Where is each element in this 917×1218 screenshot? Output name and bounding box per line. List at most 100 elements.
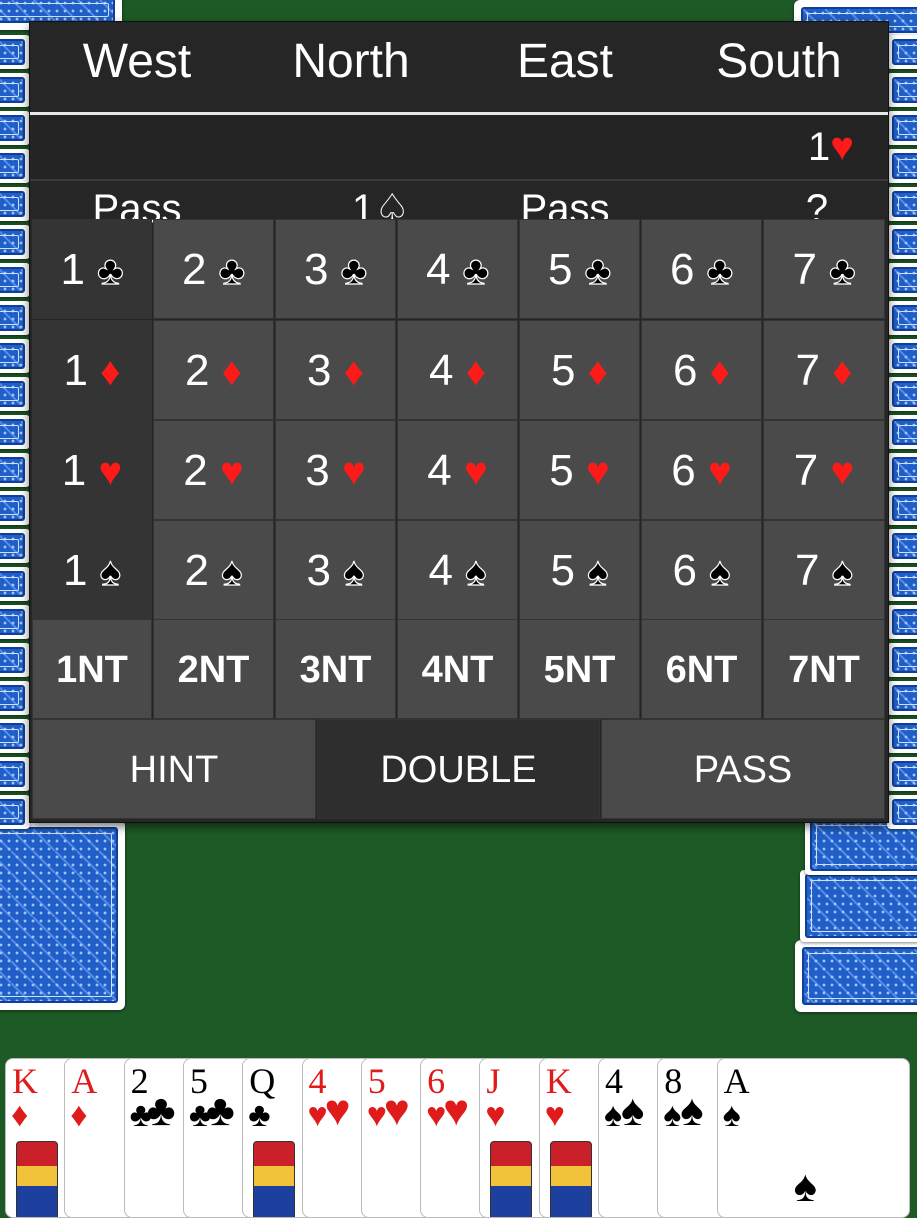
bid-button-6-hearts[interactable]: 6 ♥ xyxy=(641,420,762,520)
bid-button-2-clubs[interactable]: 2 ♣ xyxy=(153,219,274,319)
bid-button-1-spades[interactable]: 1 ♠ xyxy=(32,520,152,620)
bid-level: 1 xyxy=(63,346,101,395)
bid-level: 5 xyxy=(548,245,585,294)
bid-level: 7 xyxy=(793,446,831,495)
bid-button-2-spades[interactable]: 2 ♠ xyxy=(153,520,274,620)
heart-icon: ♥ xyxy=(341,450,366,494)
card-suit-icon: ♥ xyxy=(544,1097,565,1134)
bid-button-3-hearts[interactable]: 3 ♥ xyxy=(275,420,396,520)
bid-button-5-hearts[interactable]: 5 ♥ xyxy=(519,420,640,520)
face-card-portrait xyxy=(549,1141,592,1217)
bid-label: 5NT xyxy=(543,649,616,691)
bid-level: 7 xyxy=(795,346,833,395)
bid-button-1-diamonds[interactable]: 1 ♦ xyxy=(32,320,152,420)
card-back xyxy=(887,681,917,715)
bid-button-6nt[interactable]: 6NT xyxy=(641,619,762,719)
card-back xyxy=(887,643,917,677)
bid-button-4-hearts[interactable]: 4 ♥ xyxy=(397,420,518,520)
card-back xyxy=(0,35,30,69)
bid-level: 3 xyxy=(305,446,342,495)
bid-button-3nt[interactable]: 3NT xyxy=(275,619,396,719)
bid-button-7-clubs[interactable]: 7 ♣ xyxy=(763,219,885,319)
card-rank: K xyxy=(545,1061,572,1101)
hand-card[interactable]: A ♠ ♠ xyxy=(716,1058,910,1218)
face-card-portrait xyxy=(16,1141,58,1217)
bid-button-7nt[interactable]: 7NT xyxy=(763,619,885,719)
bid-label: 1NT xyxy=(56,649,128,691)
card-rank: K xyxy=(12,1061,38,1101)
face-card-portrait xyxy=(490,1141,533,1217)
bid-button-2nt[interactable]: 2NT xyxy=(153,619,274,719)
bid-button-1nt[interactable]: 1NT xyxy=(32,619,152,719)
bid-button-2-diamonds[interactable]: 2 ♦ xyxy=(153,320,274,420)
bid-button-7-hearts[interactable]: 7 ♥ xyxy=(763,420,885,520)
bid-button-3-clubs[interactable]: 3 ♣ xyxy=(275,219,396,319)
bid-button-5nt[interactable]: 5NT xyxy=(519,619,640,719)
club-icon: ♣ xyxy=(97,248,124,293)
bid-button-3-diamonds[interactable]: 3 ♦ xyxy=(275,320,396,420)
bid-level: 4 xyxy=(427,446,464,495)
card-center-pip-icon: ♥ xyxy=(383,1086,410,1135)
face-card-portrait xyxy=(253,1141,296,1217)
diamond-icon: ♦ xyxy=(343,350,365,394)
card-back xyxy=(0,415,30,449)
card-back xyxy=(0,757,30,791)
bidding-box: West North East South 1♥ Pass 1♤ Pass ? … xyxy=(30,22,888,822)
bid-button-2-hearts[interactable]: 2 ♥ xyxy=(153,420,274,520)
card-back xyxy=(887,605,917,639)
bid-south: 1♥ xyxy=(672,117,917,177)
bid-button-1-hearts[interactable]: 1 ♥ xyxy=(32,420,152,520)
card-back xyxy=(0,73,30,107)
bid-button-6-clubs[interactable]: 6 ♣ xyxy=(641,219,762,319)
bid-level: 2 xyxy=(183,446,220,495)
bid-label: 3NT xyxy=(299,649,372,691)
card-suit-icon: ♠ xyxy=(604,1097,623,1134)
heart-icon: ♥ xyxy=(707,450,732,494)
club-icon: ♣ xyxy=(218,248,245,293)
card-back xyxy=(0,111,30,145)
card-back xyxy=(0,719,30,753)
card-back xyxy=(887,35,917,69)
card-suit-icon: ♣ xyxy=(248,1097,271,1134)
header-south: South xyxy=(716,35,842,88)
bid-button-1-clubs[interactable]: 1 ♣ xyxy=(32,219,152,319)
bid-button-6-spades[interactable]: 6 ♠ xyxy=(641,520,762,620)
card-back xyxy=(887,263,917,297)
bid-button-5-diamonds[interactable]: 5 ♦ xyxy=(519,320,640,420)
spade-icon: ♠ xyxy=(221,549,243,594)
diamond-icon: ♦ xyxy=(100,350,121,394)
bid-button-5-spades[interactable]: 5 ♠ xyxy=(519,520,640,620)
hint-button[interactable]: HINT xyxy=(32,719,316,819)
bid-button-6-diamonds[interactable]: 6 ♦ xyxy=(641,320,762,420)
card-back xyxy=(887,567,917,601)
bid-level: 6 xyxy=(672,546,710,595)
spade-icon: ♠ xyxy=(99,549,121,594)
bid-button-4nt[interactable]: 4NT xyxy=(397,619,518,719)
header-west: West xyxy=(82,35,192,88)
heart-icon: ♥ xyxy=(98,450,123,494)
diamond-icon: ♦ xyxy=(587,350,609,394)
bid-level: 6 xyxy=(671,446,708,495)
bid-button-4-diamonds[interactable]: 4 ♦ xyxy=(397,320,518,420)
double-button[interactable]: DOUBLE xyxy=(317,719,600,819)
bid-level: 5 xyxy=(550,346,588,395)
bid-level: 3 xyxy=(306,346,344,395)
header-north: North xyxy=(292,35,410,88)
bid-button-7-diamonds[interactable]: 7 ♦ xyxy=(763,320,885,420)
bid-button-4-spades[interactable]: 4 ♠ xyxy=(397,520,518,620)
bid-level: 1 xyxy=(61,446,99,495)
bid-level: 7 xyxy=(792,245,830,294)
heart-icon: ♥ xyxy=(830,125,854,169)
bid-level: 4 xyxy=(428,346,466,395)
card-center-pip-icon: ♠ xyxy=(793,1162,817,1211)
bid-button-7-spades[interactable]: 7 ♠ xyxy=(763,520,885,620)
bid-button-4-clubs[interactable]: 4 ♣ xyxy=(397,219,518,319)
spade-icon: ♠ xyxy=(343,549,365,594)
card-back xyxy=(0,453,30,487)
bid-button-5-clubs[interactable]: 5 ♣ xyxy=(519,219,640,319)
card-back xyxy=(887,491,917,525)
spade-icon: ♠ xyxy=(831,549,853,594)
bid-button-3-spades[interactable]: 3 ♠ xyxy=(275,520,396,620)
pass-button[interactable]: PASS xyxy=(601,719,885,819)
club-icon: ♣ xyxy=(340,248,367,293)
